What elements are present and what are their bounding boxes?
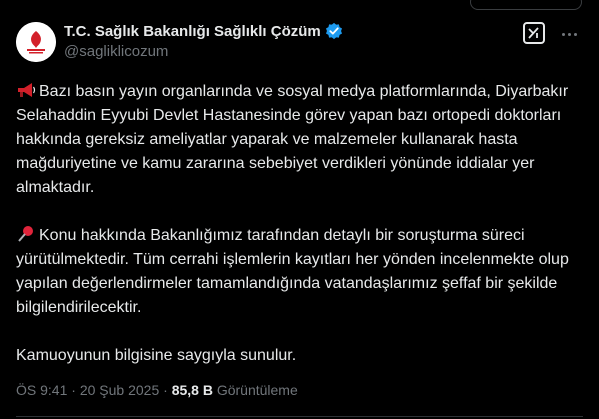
views-count: 85,8 B — [171, 382, 213, 398]
ministry-logo-icon — [16, 22, 56, 62]
tweet-time[interactable]: ÖS 9:41 — [16, 382, 67, 398]
handle[interactable]: @sagliklicozum — [64, 43, 343, 60]
more-options-icon[interactable] — [559, 26, 579, 42]
author-info: T.C. Sağlık Bakanlığı Sağlıklı Çözüm @sa… — [64, 22, 343, 60]
grok-glyph-icon — [528, 27, 539, 39]
display-name[interactable]: T.C. Sağlık Bakanlığı Sağlıklı Çözüm — [64, 23, 321, 40]
megaphone-icon — [18, 83, 36, 97]
tweet-text: Bazı basın yayın organlarında ve sosyal … — [16, 80, 586, 392]
tweet-header: T.C. Sağlık Bakanlığı Sağlıklı Çözüm @sa… — [16, 20, 585, 64]
grok-icon[interactable] — [523, 22, 545, 44]
pushpin-icon — [18, 226, 33, 242]
verified-badge-icon — [325, 22, 342, 40]
divider — [16, 416, 583, 417]
views-label: Görüntüleme — [216, 382, 298, 398]
avatar[interactable] — [16, 22, 56, 62]
paragraph-2: Konu hakkında Bakanlığımız tarafından de… — [16, 226, 569, 316]
previous-card-edge — [470, 0, 582, 10]
paragraph-3: Kamuoyunun bilgisine saygıyla sunulur. — [16, 347, 297, 364]
paragraph-1: Bazı basın yayın organlarında ve sosyal … — [16, 83, 569, 196]
tweet-meta: ÖS 9:41 · 20 Şub 2025 · 85,8 B Görüntüle… — [16, 382, 298, 398]
tweet-date[interactable]: 20 Şub 2025 — [80, 382, 159, 398]
